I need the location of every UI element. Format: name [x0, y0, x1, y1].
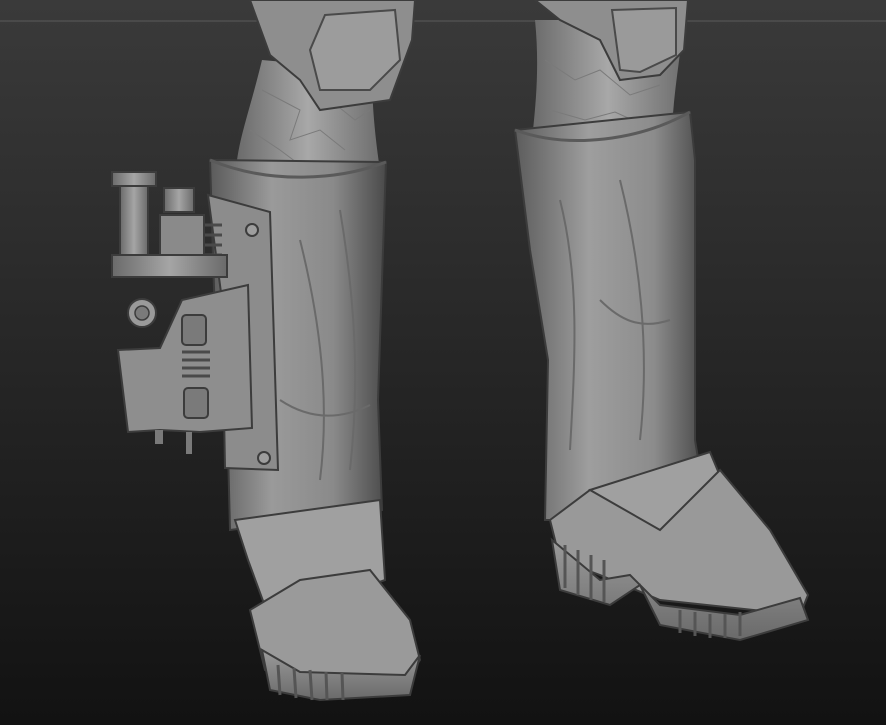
rivet-icon	[257, 451, 271, 465]
rivet-icon	[245, 223, 259, 237]
render-canvas	[0, 0, 886, 725]
sculpt-viewport[interactable]	[0, 0, 886, 725]
